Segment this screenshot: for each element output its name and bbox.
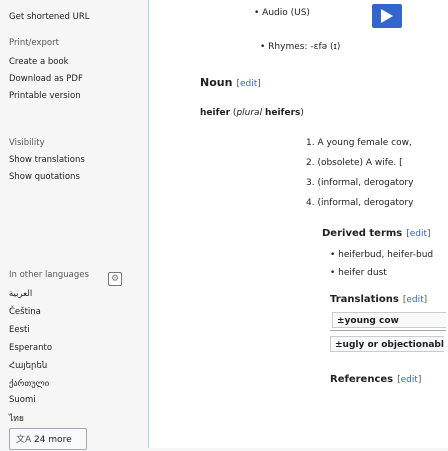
edit-section: [edit] (397, 375, 422, 385)
rhymes-line: • Rhymes: -ɛfə (ɪ) (260, 42, 340, 52)
divider (330, 330, 446, 331)
bullet: • (330, 268, 339, 278)
edit-link[interactable]: edit (410, 229, 427, 239)
derived-term-item: • heifer dust (330, 268, 387, 278)
visibility-heading: Visibility (9, 138, 45, 148)
language-link[interactable]: Esperanto (9, 343, 52, 353)
bullet: • (254, 8, 263, 18)
more-languages-button[interactable]: 文A 24 more (9, 428, 87, 450)
language-link[interactable]: Հայերեն (9, 361, 47, 371)
references-heading-text: References (330, 374, 394, 385)
language-link[interactable]: ქართული (9, 379, 49, 389)
derived-term-link[interactable]: heifer dust (338, 268, 387, 278)
references-heading: References [edit] (330, 374, 421, 385)
edit-section: [edit] (236, 79, 261, 89)
plural-label: plural (236, 108, 263, 118)
language-link[interactable]: Čeština (9, 307, 41, 317)
play-audio-button[interactable] (372, 4, 402, 28)
download-pdf-link[interactable]: Download as PDF (9, 74, 83, 84)
derived-terms-heading-text: Derived terms (322, 228, 403, 239)
language-settings-gear-icon[interactable]: ⚙ (108, 272, 122, 286)
translations-heading-text: Translations (330, 294, 399, 305)
create-book-link[interactable]: Create a book (9, 57, 69, 67)
language-link[interactable]: Suomi (9, 395, 36, 405)
translation-box-young-cow[interactable]: ±young cow (332, 312, 446, 328)
edit-link[interactable]: edit (240, 79, 257, 89)
other-languages-heading: In other languages (9, 270, 89, 280)
headword-line: heifer (plural heifers) (200, 108, 304, 118)
language-link[interactable]: ไทย (9, 411, 24, 425)
printable-version-link[interactable]: Printable version (9, 91, 81, 101)
translation-box-ugly[interactable]: ±ugly or objectionable wo (330, 336, 444, 352)
derived-term-item: • heiferbud, heifer-bud (330, 250, 433, 260)
translate-icon: 文A (16, 435, 35, 445)
edit-link[interactable]: edit (401, 375, 418, 385)
rhymes-text[interactable]: Rhymes: -ɛfə (ɪ) (268, 42, 340, 52)
translations-heading: Translations [edit] (330, 294, 427, 305)
bullet: • (330, 250, 339, 260)
audio-line: • Audio (US) (254, 8, 310, 18)
print-export-heading: Print/export (9, 38, 59, 48)
get-shortened-url-link[interactable]: Get shortened URL (9, 12, 90, 22)
more-languages-label: 24 more (34, 435, 72, 445)
bullet: • (260, 42, 269, 52)
show-quotations-link[interactable]: Show quotations (9, 172, 80, 182)
plural-form[interactable]: heifers (265, 108, 300, 118)
edit-link[interactable]: edit (406, 295, 423, 305)
edit-section: [edit] (406, 229, 431, 239)
show-translations-link[interactable]: Show translations (9, 155, 85, 165)
sidebar: Get shortened URL Print/export Create a … (0, 0, 140, 450)
derived-term-link[interactable]: heiferbud, heifer-bud (338, 250, 433, 260)
language-link[interactable]: Eesti (9, 325, 30, 335)
edit-section: [edit] (402, 295, 428, 305)
sense-item: 2. (obsolete) A wife. [ (306, 158, 403, 168)
headword: heifer (200, 108, 231, 118)
sense-item: 3. (informal, derogatory (306, 178, 414, 188)
sense-item: 4. (informal, derogatory (306, 198, 414, 208)
noun-heading: Noun [edit] (200, 76, 261, 89)
noun-heading-text: Noun (200, 76, 233, 89)
sense-item: 1. A young female cow, (306, 138, 412, 148)
audio-label[interactable]: Audio (US) (262, 8, 310, 18)
derived-terms-heading: Derived terms [edit] (322, 228, 431, 239)
language-link[interactable]: العربية (9, 289, 32, 299)
